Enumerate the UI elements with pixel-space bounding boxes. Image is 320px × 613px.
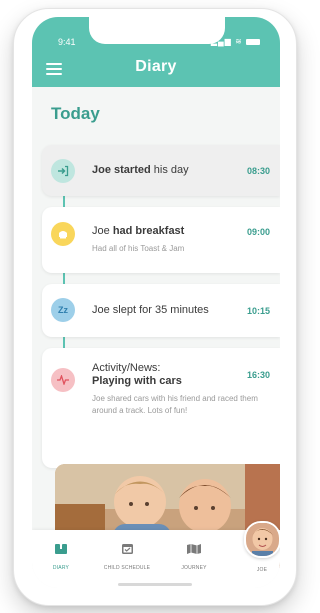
food-icon bbox=[51, 222, 75, 246]
nav-item-diary[interactable]: DIARY bbox=[46, 542, 76, 571]
entry-title: Activity/News: Playing with cars bbox=[92, 362, 182, 388]
entry-description: Had all of his Toast & Jam bbox=[92, 244, 185, 253]
diary-entry-activity[interactable]: Activity/News: Playing with cars 16:30 J… bbox=[42, 348, 280, 468]
entry-category: Activity/News: bbox=[92, 362, 161, 374]
wifi-icon: ≋ bbox=[235, 37, 243, 46]
status-icons: ▂▄▆ ≋ bbox=[211, 37, 260, 46]
entry-title: Joe slept for 35 minutes bbox=[92, 304, 209, 316]
entry-time: 09:00 bbox=[246, 227, 270, 237]
entry-title: Joe had breakfast bbox=[92, 225, 184, 237]
entry-action: had breakfast bbox=[112, 225, 185, 237]
nav-label-journey: JOURNEY bbox=[181, 565, 207, 571]
signal-icon: ▂▄▆ bbox=[210, 37, 232, 46]
entry-suffix: his day bbox=[150, 164, 189, 176]
entry-child-name: Joe bbox=[92, 304, 110, 316]
nav-item-child-schedule[interactable]: CHILD SCHEDULE bbox=[98, 542, 156, 571]
entry-time: 16:30 bbox=[246, 370, 270, 380]
home-indicator bbox=[118, 583, 192, 586]
journey-icon bbox=[176, 542, 212, 560]
app-screen: 9:41 ▂▄▆ ≋ Diary Today Joe started his d… bbox=[32, 17, 280, 588]
status-time: 9:41 bbox=[58, 37, 76, 47]
app-header: 9:41 ▂▄▆ ≋ Diary bbox=[32, 17, 280, 87]
entry-action: started bbox=[114, 164, 151, 176]
entry-action: slept for 35 minutes bbox=[109, 304, 209, 316]
entry-activity-title: Playing with cars bbox=[92, 375, 182, 387]
nav-label-joe: JOE bbox=[256, 567, 268, 573]
nav-label-diary: DIARY bbox=[52, 565, 70, 571]
avatar[interactable] bbox=[244, 521, 280, 558]
entry-description: Joe shared cars with his friend and race… bbox=[92, 394, 258, 415]
nav-label-child-schedule: CHILD SCHEDULE bbox=[103, 565, 151, 571]
page-title: Diary bbox=[135, 58, 177, 75]
bottom-nav: DIARY CHILD SCHEDULE JOURNEY JOE bbox=[32, 530, 280, 588]
nav-item-joe[interactable]: JOE bbox=[248, 567, 276, 573]
activity-icon bbox=[51, 368, 75, 392]
diary-entry-start[interactable]: Joe started his day 08:30 bbox=[42, 145, 280, 196]
calendar-icon bbox=[98, 542, 156, 560]
entry-time: 08:30 bbox=[246, 166, 270, 176]
section-title-today: Today bbox=[51, 104, 100, 123]
device-notch bbox=[89, 17, 225, 44]
entry-child-name: Joe bbox=[92, 164, 111, 176]
diary-entry-sleep[interactable]: Zz Joe slept for 35 minutes 10:15 bbox=[42, 284, 280, 337]
diary-icon bbox=[46, 542, 76, 560]
nav-item-journey[interactable]: JOURNEY bbox=[176, 542, 212, 571]
diary-entry-breakfast[interactable]: Joe had breakfast 09:00 Had all of his T… bbox=[42, 207, 280, 273]
battery-icon bbox=[246, 38, 260, 45]
entry-child-name: Joe bbox=[92, 225, 110, 237]
entry-time: 10:15 bbox=[246, 306, 270, 316]
entry-title: Joe started his day bbox=[92, 164, 189, 176]
login-icon bbox=[51, 159, 75, 183]
sleep-icon: Zz bbox=[51, 298, 75, 322]
